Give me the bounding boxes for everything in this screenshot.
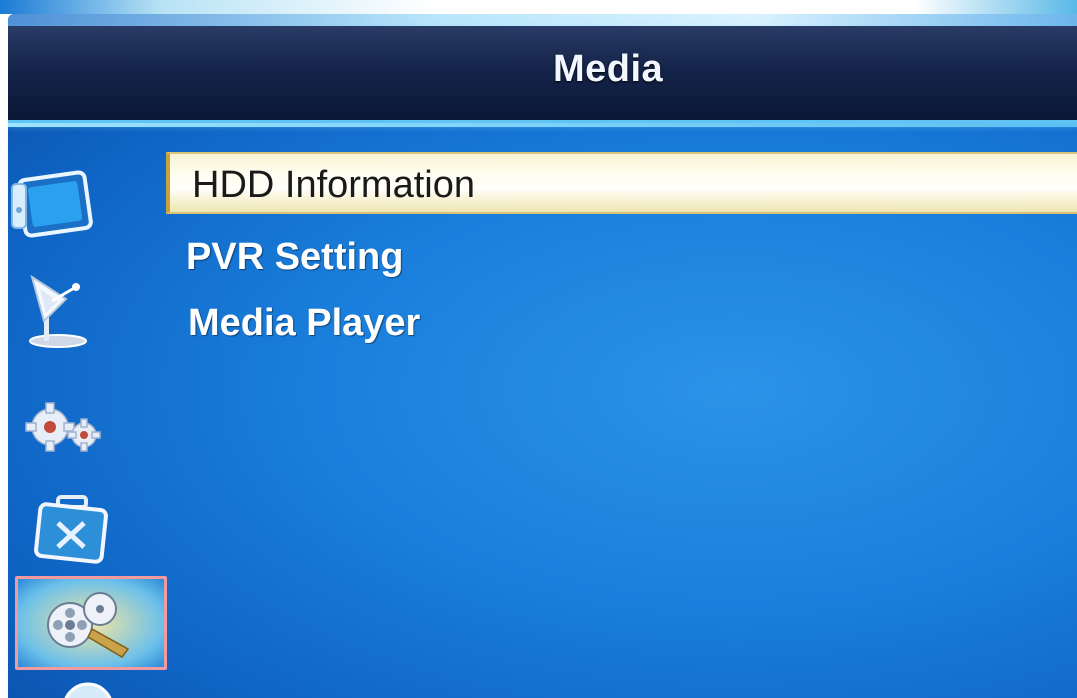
film-reel-icon (47, 592, 130, 658)
page-title: Media (553, 48, 664, 90)
menu-item-media-player[interactable]: Media Player (188, 292, 420, 354)
menu-item-hdd-information[interactable]: HDD Information (166, 152, 1077, 214)
title-bar-highlight (8, 14, 1077, 26)
sidebar-item-globe[interactable] (58, 674, 118, 698)
sidebar-item-tv[interactable] (8, 164, 98, 244)
globe-icon (64, 682, 112, 698)
title-bar: Media (8, 26, 1077, 123)
gears-icon (25, 402, 101, 452)
media-menu-screen: Media HDD Information PVR Setting Media … (8, 14, 1077, 698)
toolbox-icon (34, 495, 108, 564)
sidebar-item-media[interactable] (15, 576, 167, 670)
menu-item-pvr-setting[interactable]: PVR Setting (186, 226, 403, 288)
top-bezel-strip (0, 0, 1077, 14)
sidebar-item-toolbox[interactable] (28, 489, 118, 569)
tv-icon (11, 170, 93, 238)
satellite-dish-icon (29, 274, 87, 348)
sidebar-item-satellite[interactable] (14, 269, 104, 349)
sidebar-item-settings[interactable] (18, 389, 108, 469)
title-divider (8, 123, 1077, 127)
